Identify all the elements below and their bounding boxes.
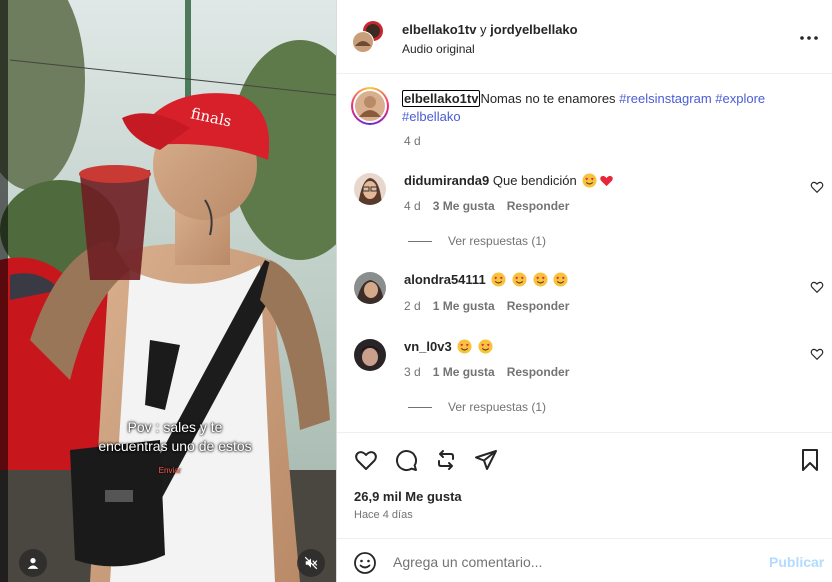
avatar	[355, 91, 385, 121]
comment-icon	[396, 450, 418, 472]
post-details-panel: elbellako1tv y jordyelbellako Audio orig…	[336, 0, 832, 582]
replies-divider	[408, 406, 432, 408]
comment-time: 4 d	[404, 199, 421, 213]
video-edge-shade	[0, 0, 8, 582]
collab-avatars[interactable]	[351, 20, 385, 54]
more-options-button[interactable]	[797, 28, 821, 48]
author-link-2[interactable]: jordyelbellako	[490, 22, 577, 37]
post-caption: elbellako1tv Nomas no te enamores #reelsi…	[337, 84, 832, 154]
video-caption-sub: Enviar	[158, 466, 182, 475]
reel-video[interactable]: finals Pov : sales y te encuentras uno d…	[0, 0, 336, 582]
heart-eyes-emoji-icon	[553, 272, 568, 287]
audio-link[interactable]: Audio original	[402, 42, 475, 56]
repost-button[interactable]	[433, 447, 459, 473]
video-frame: finals	[0, 0, 336, 582]
red-heart-emoji-icon	[600, 175, 614, 187]
like-comment-heart-icon[interactable]	[810, 180, 824, 194]
replies-divider	[408, 240, 432, 242]
comment-username[interactable]: alondra54111	[404, 272, 486, 287]
like-comment-heart-icon[interactable]	[810, 347, 824, 361]
caption-avatar-story-ring[interactable]	[351, 87, 389, 125]
avatar[interactable]	[354, 272, 386, 304]
comment-text: alondra54111	[404, 272, 568, 287]
comment-username[interactable]: vn_l0v3	[404, 339, 452, 354]
mute-button[interactable]	[297, 549, 325, 577]
like-comment-heart-icon[interactable]	[810, 280, 824, 294]
heart-eyes-emoji-icon	[491, 272, 506, 287]
reply-button[interactable]: Responder	[507, 299, 570, 313]
comment-text: didumiranda9 Que bendición	[404, 173, 614, 188]
heart-icon	[355, 451, 377, 470]
video-caption-line2: encuentras uno de estos	[98, 438, 252, 454]
post-header: elbellako1tv y jordyelbellako Audio orig…	[337, 0, 832, 74]
reply-button[interactable]: Responder	[507, 365, 570, 379]
heart-eyes-emoji-icon	[457, 339, 472, 354]
comment-text: vn_l0v3	[404, 339, 493, 354]
emoji-picker-icon[interactable]	[353, 551, 377, 575]
post-actions: 26,9 mil Me gusta Hace 4 días	[337, 432, 832, 540]
save-button[interactable]	[797, 447, 823, 473]
heart-eyes-emoji-icon	[512, 272, 527, 287]
comment-likes[interactable]: 1 Me gusta	[433, 365, 495, 379]
repost-icon	[438, 450, 454, 470]
post-comment-button[interactable]: Publicar	[769, 554, 824, 570]
tagged-users-button[interactable]	[19, 549, 47, 577]
share-icon	[475, 450, 497, 470]
comment-username[interactable]: didumiranda9	[404, 173, 489, 188]
hashtag-link[interactable]: #reelsinstagram	[619, 91, 712, 106]
comment-likes[interactable]: 3 Me gusta	[433, 199, 495, 213]
video-caption: Pov : sales y te encuentras uno de estos	[60, 418, 290, 456]
likes-count[interactable]: 26,9 mil Me gusta	[354, 489, 462, 504]
comment-body: Que bendición	[492, 173, 577, 188]
like-button[interactable]	[353, 447, 379, 473]
view-replies-button[interactable]: Ver respuestas (1)	[408, 234, 546, 248]
hashtag-link[interactable]: #explore	[715, 91, 765, 106]
comment-time: 3 d	[404, 365, 421, 379]
heart-eyes-emoji-icon	[582, 173, 597, 188]
comment-input[interactable]	[393, 549, 753, 575]
avatar-image	[354, 173, 386, 205]
hashtag-link[interactable]: #elbellako	[402, 109, 461, 124]
comment-likes[interactable]: 1 Me gusta	[433, 299, 495, 313]
comment-time: 2 d	[404, 299, 421, 313]
comment-composer: Publicar	[337, 538, 832, 582]
avatar[interactable]	[354, 173, 386, 205]
reply-button[interactable]: Responder	[507, 199, 570, 213]
speaker-muted-icon	[304, 556, 318, 570]
view-replies-label: Ver respuestas (1)	[448, 400, 547, 414]
caption-username[interactable]: elbellako1tv	[402, 90, 481, 107]
more-horizontal-icon	[800, 36, 818, 40]
comment-meta: 4 d 3 Me gusta Responder	[404, 199, 581, 213]
comment-button[interactable]	[393, 447, 419, 473]
avatar-image	[354, 272, 386, 304]
user-icon	[27, 558, 39, 569]
post-timestamp: Hace 4 días	[354, 509, 413, 521]
heart-eyes-emoji-icon	[533, 272, 548, 287]
share-button[interactable]	[473, 447, 499, 473]
caption-body: Nomas no te enamores	[480, 91, 620, 106]
view-replies-label: Ver respuestas (1)	[448, 234, 547, 248]
comment-meta: 2 d 1 Me gusta Responder	[404, 299, 581, 313]
post-authors: elbellako1tv y jordyelbellako	[402, 22, 578, 37]
bookmark-icon	[802, 449, 818, 471]
heart-eyes-emoji-icon	[478, 339, 493, 354]
avatar[interactable]	[354, 339, 386, 371]
video-caption-line1: Pov : sales y te	[127, 419, 223, 435]
author-joiner: y	[476, 22, 491, 37]
avatar-image	[354, 339, 386, 371]
caption-text: elbellako1tv Nomas no te enamores #reelsi…	[402, 90, 822, 126]
author-link-1[interactable]: elbellako1tv	[402, 22, 476, 37]
caption-time: 4 d	[404, 134, 421, 148]
view-replies-button[interactable]: Ver respuestas (1)	[408, 400, 546, 414]
comment-meta: 3 d 1 Me gusta Responder	[404, 365, 581, 379]
